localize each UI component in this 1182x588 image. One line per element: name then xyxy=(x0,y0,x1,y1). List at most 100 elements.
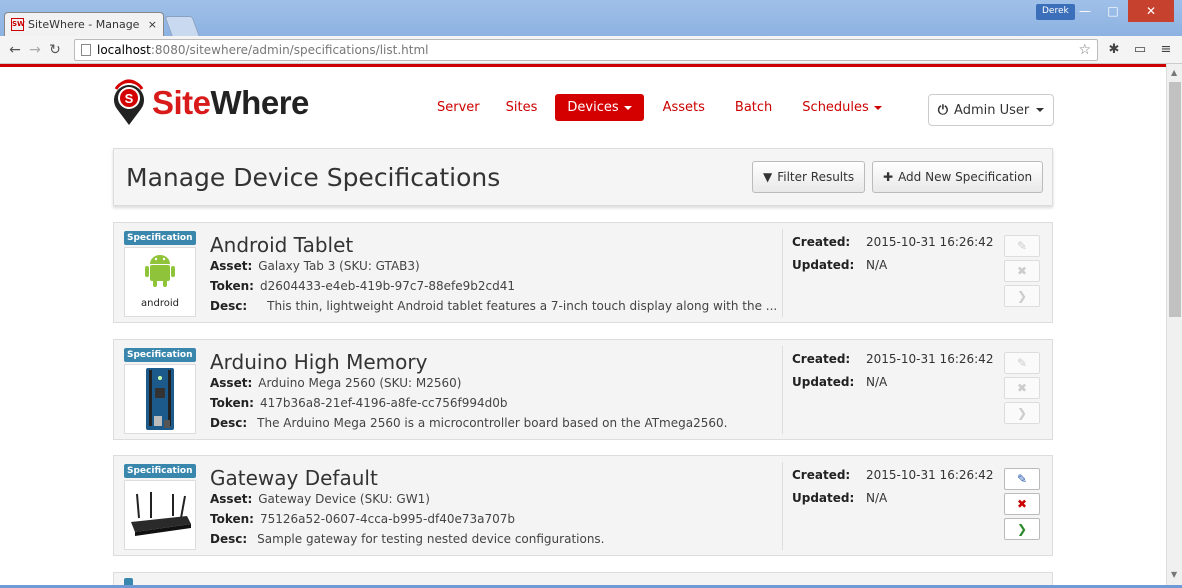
specification-entry[interactable]: Specification Arduino High Memory Asset:… xyxy=(113,339,1053,440)
filter-icon: ▼ xyxy=(763,170,773,184)
filter-results-button[interactable]: ▼ Filter Results xyxy=(752,161,866,193)
created-date: Created: 2015-10-31 16:26:42 xyxy=(792,235,994,249)
main-navigation: Server Sites Devices Assets Batch Schedu… xyxy=(425,94,894,121)
sitewhere-favicon-icon: SW xyxy=(11,18,25,31)
reload-icon[interactable]: ↻ xyxy=(46,42,64,58)
window-close-icon[interactable]: ✕ xyxy=(1128,0,1174,22)
entry-divider xyxy=(782,229,783,317)
specification-badge: Specification xyxy=(124,231,196,245)
forward-arrow-icon[interactable]: → xyxy=(26,42,44,58)
android-wordmark: android xyxy=(141,298,179,309)
extension-gear-icon[interactable]: ✱ xyxy=(1104,42,1124,57)
window-titlebar: SW SiteWhere - Manage × Derek — □ ✕ xyxy=(0,0,1182,36)
nav-devices[interactable]: Devices xyxy=(555,94,644,121)
entry-divider xyxy=(782,462,783,550)
logo-wordmark: SiteWhere xyxy=(152,84,309,121)
spec-asset: Asset: Galaxy Tab 3 (SKU: GTAB3) xyxy=(210,259,420,273)
chevron-down-icon xyxy=(873,105,882,110)
sitewhere-logo[interactable]: S SiteWhere xyxy=(112,79,309,127)
specification-entry-partial[interactable] xyxy=(113,572,1053,585)
spec-image xyxy=(124,364,196,434)
url-path: :8080/sitewhere/admin/specifications/lis… xyxy=(150,42,429,57)
created-date: Created: 2015-10-31 16:26:42 xyxy=(792,468,994,482)
spec-desc: Desc: Sample gateway for testing nested d… xyxy=(210,532,605,546)
page-title: Manage Device Specifications xyxy=(126,163,501,192)
android-logo-icon: android xyxy=(141,255,179,309)
specification-badge: Specification xyxy=(124,348,196,362)
location-pin-logo-icon: S xyxy=(114,79,144,125)
edit-button[interactable]: ✎ xyxy=(1004,468,1040,490)
minimize-icon[interactable]: — xyxy=(1070,0,1100,22)
page-header-panel: Manage Device Specifications ▼ Filter Re… xyxy=(113,148,1053,206)
chevron-down-icon xyxy=(1036,108,1045,112)
browser-tab[interactable]: SW SiteWhere - Manage × xyxy=(4,12,164,36)
new-tab-button[interactable] xyxy=(164,16,200,36)
vertical-scrollbar[interactable]: ▲ ▼ xyxy=(1166,64,1182,585)
page-icon xyxy=(81,43,91,56)
maximize-icon[interactable]: □ xyxy=(1098,0,1128,22)
chevron-right-icon: ❯ xyxy=(1016,522,1028,536)
spec-name[interactable]: Android Tablet xyxy=(210,233,353,257)
gateway-router-icon xyxy=(131,492,191,536)
created-date: Created: 2015-10-31 16:26:42 xyxy=(792,352,994,366)
edit-icon: ✎ xyxy=(1016,472,1028,486)
spec-image xyxy=(124,480,196,550)
edit-icon: ✎ xyxy=(1016,356,1028,370)
plus-icon: ✚ xyxy=(883,170,894,184)
specification-badge xyxy=(124,578,134,585)
bookmark-star-icon[interactable]: ☆ xyxy=(1078,42,1091,58)
chevron-down-icon xyxy=(623,105,632,110)
updated-date: Updated: N/A xyxy=(792,375,888,389)
add-new-specification-button[interactable]: ✚ Add New Specification xyxy=(872,161,1044,193)
back-arrow-icon[interactable]: ← xyxy=(6,42,24,58)
updated-date: Updated: N/A xyxy=(792,258,888,272)
delete-button[interactable]: ✖ xyxy=(1004,493,1040,515)
updated-date: Updated: N/A xyxy=(792,491,888,505)
svg-text:S: S xyxy=(125,91,134,106)
spec-desc: Desc: The Arduino Mega 2560 is a microcon… xyxy=(210,416,728,430)
delete-button[interactable]: ✖ xyxy=(1004,377,1040,399)
entry-divider xyxy=(782,346,783,434)
delete-x-icon: ✖ xyxy=(1016,381,1028,395)
page-viewport: S SiteWhere Server Sites Devices Assets … xyxy=(0,67,1166,585)
edit-button[interactable]: ✎ xyxy=(1004,235,1040,257)
tab-close-icon[interactable]: × xyxy=(148,18,157,31)
specification-entry[interactable]: Specification android Android Tablet Ass… xyxy=(113,222,1053,323)
nav-server[interactable]: Server xyxy=(425,94,492,121)
admin-user-label: Admin User xyxy=(954,102,1030,118)
delete-x-icon: ✖ xyxy=(1016,497,1028,511)
scroll-up-arrow-icon[interactable]: ▲ xyxy=(1171,68,1177,77)
cast-icon[interactable]: ▭ xyxy=(1130,42,1150,57)
url-host: localhost xyxy=(97,42,151,57)
scrollbar-thumb[interactable] xyxy=(1169,82,1181,317)
open-button[interactable]: ❯ xyxy=(1004,285,1040,307)
spec-name[interactable]: Gateway Default xyxy=(210,466,378,490)
address-bar[interactable]: localhost :8080/sitewhere/admin/specific… xyxy=(74,38,1098,61)
browser-toolbar: ← → ↻ localhost :8080/sitewhere/admin/sp… xyxy=(0,36,1182,64)
chevron-right-icon: ❯ xyxy=(1016,406,1028,420)
delete-button[interactable]: ✖ xyxy=(1004,260,1040,282)
edit-button[interactable]: ✎ xyxy=(1004,352,1040,374)
open-button[interactable]: ❯ xyxy=(1004,518,1040,540)
arduino-board-icon xyxy=(146,368,174,430)
spec-asset: Asset: Arduino Mega 2560 (SKU: M2560) xyxy=(210,376,462,390)
spec-token: Token: 417b36a8-21ef-4196-a8fe-cc756f994d… xyxy=(210,396,508,410)
scroll-down-arrow-icon[interactable]: ▼ xyxy=(1171,570,1177,579)
delete-x-icon: ✖ xyxy=(1016,264,1028,278)
tab-title: SiteWhere - Manage xyxy=(28,18,140,31)
open-button[interactable]: ❯ xyxy=(1004,402,1040,424)
power-icon: ⏻ xyxy=(937,102,949,118)
nav-schedules[interactable]: Schedules xyxy=(790,94,894,121)
nav-assets[interactable]: Assets xyxy=(651,94,717,121)
spec-name[interactable]: Arduino High Memory xyxy=(210,350,427,374)
spec-token: Token: 75126a52-0607-4cca-b995-df40e73a70… xyxy=(210,512,515,526)
profile-chip[interactable]: Derek xyxy=(1036,4,1075,20)
nav-batch[interactable]: Batch xyxy=(723,94,784,121)
spec-asset: Asset: Gateway Device (SKU: GW1) xyxy=(210,492,430,506)
chevron-right-icon: ❯ xyxy=(1016,289,1028,303)
admin-user-dropdown[interactable]: ⏻ Admin User xyxy=(928,94,1054,126)
specification-entry[interactable]: Specification Gateway Default Asset: Gate… xyxy=(113,455,1053,556)
menu-hamburger-icon[interactable]: ≡ xyxy=(1156,42,1176,57)
nav-sites[interactable]: Sites xyxy=(494,94,550,121)
spec-image: android xyxy=(124,247,196,317)
